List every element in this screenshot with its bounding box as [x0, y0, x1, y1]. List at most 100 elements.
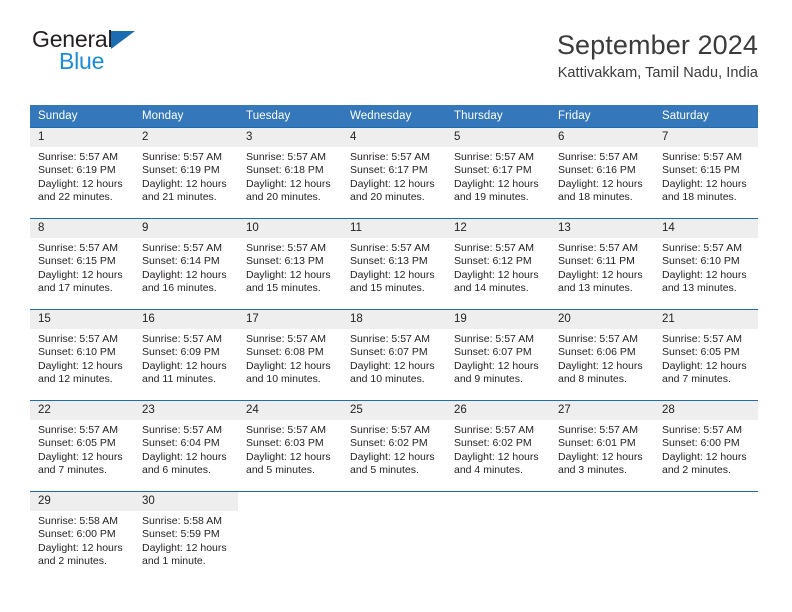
calendar-week-row: 29 Sunrise: 5:58 AM Sunset: 6:00 PM Dayligh…: [30, 491, 758, 582]
day-number: 13: [550, 219, 654, 238]
sunrise-text: Sunrise: 5:57 AM: [662, 242, 742, 254]
daylight-text-line2: and 7 minutes.: [38, 464, 107, 477]
day-number: 17: [238, 310, 342, 329]
day-sun-info: Sunrise: 5:57 AM Sunset: 6:12 PM Daylight:…: [446, 238, 550, 296]
calendar-day-cell[interactable]: 16 Sunrise: 5:57 AM Sunset: 6:09 PM Dayligh…: [134, 309, 238, 401]
calendar-day-cell[interactable]: 20 Sunrise: 5:57 AM Sunset: 6:06 PM Dayligh…: [550, 309, 654, 401]
calendar-day-cell[interactable]: 6 Sunrise: 5:57 AM Sunset: 6:16 PM Daylight…: [550, 127, 654, 219]
sunset-text: Sunset: 6:13 PM: [350, 255, 428, 268]
calendar-day-cell[interactable]: 18 Sunrise: 5:57 AM Sunset: 6:07 PM Dayligh…: [342, 309, 446, 401]
daylight-text-line1: Daylight: 12 hours: [350, 177, 435, 190]
calendar-day-cell[interactable]: 19 Sunrise: 5:57 AM Sunset: 6:07 PM Dayligh…: [446, 309, 550, 401]
calendar-day-cell[interactable]: 13 Sunrise: 5:57 AM Sunset: 6:11 PM Dayligh…: [550, 218, 654, 310]
calendar-day-cell[interactable]: 8 Sunrise: 5:57 AM Sunset: 6:15 PM Daylight…: [30, 218, 134, 310]
sunrise-text: Sunrise: 5:57 AM: [662, 333, 742, 345]
calendar-day-cell[interactable]: 2 Sunrise: 5:57 AM Sunset: 6:19 PM Daylight…: [134, 127, 238, 219]
sunrise-text: Sunrise: 5:57 AM: [38, 242, 118, 254]
calendar-day-cell[interactable]: 26 Sunrise: 5:57 AM Sunset: 6:02 PM Dayligh…: [446, 400, 550, 492]
calendar-day-cell[interactable]: 3 Sunrise: 5:57 AM Sunset: 6:18 PM Daylight…: [238, 127, 342, 219]
calendar-day-cell[interactable]: 12 Sunrise: 5:57 AM Sunset: 6:12 PM Dayligh…: [446, 218, 550, 310]
calendar-grid: Sunday Monday Tuesday Wednesday Thursday…: [30, 105, 758, 582]
daylight-text-line1: Daylight: 12 hours: [38, 268, 123, 281]
calendar-day-cell[interactable]: 7 Sunrise: 5:57 AM Sunset: 6:15 PM Daylight…: [654, 127, 758, 219]
day-number: [238, 492, 342, 511]
daylight-text-line1: Daylight: 12 hours: [662, 268, 747, 281]
sunset-text: Sunset: 6:02 PM: [454, 437, 532, 450]
sunrise-text: Sunrise: 5:57 AM: [454, 151, 534, 163]
calendar-day-cell[interactable]: 14 Sunrise: 5:57 AM Sunset: 6:10 PM Dayligh…: [654, 218, 758, 310]
calendar-day-cell[interactable]: 9 Sunrise: 5:57 AM Sunset: 6:14 PM Daylight…: [134, 218, 238, 310]
sunrise-text: Sunrise: 5:57 AM: [142, 242, 222, 254]
sunset-text: Sunset: 6:15 PM: [38, 255, 116, 268]
daylight-text-line1: Daylight: 12 hours: [454, 450, 539, 463]
calendar-day-cell[interactable]: 15 Sunrise: 5:57 AM Sunset: 6:10 PM Dayligh…: [30, 309, 134, 401]
calendar-day-cell[interactable]: 29 Sunrise: 5:58 AM Sunset: 6:00 PM Dayligh…: [30, 491, 134, 582]
daylight-text-line1: Daylight: 12 hours: [38, 359, 123, 372]
daylight-text-line2: and 15 minutes.: [246, 282, 321, 295]
day-sun-info: Sunrise: 5:57 AM Sunset: 6:02 PM Daylight:…: [446, 420, 550, 478]
daylight-text-line1: Daylight: 12 hours: [246, 359, 331, 372]
calendar-day-cell[interactable]: 17 Sunrise: 5:57 AM Sunset: 6:08 PM Dayligh…: [238, 309, 342, 401]
daylight-text-line1: Daylight: 12 hours: [38, 541, 123, 554]
calendar-day-cell[interactable]: 28 Sunrise: 5:57 AM Sunset: 6:00 PM Dayligh…: [654, 400, 758, 492]
daylight-text-line2: and 13 minutes.: [558, 282, 633, 295]
sunset-text: Sunset: 6:03 PM: [246, 437, 324, 450]
day-sun-info: Sunrise: 5:57 AM Sunset: 6:05 PM Daylight:…: [30, 420, 134, 478]
day-sun-info: Sunrise: 5:57 AM Sunset: 6:02 PM Daylight:…: [342, 420, 446, 478]
sunrise-text: Sunrise: 5:57 AM: [142, 151, 222, 163]
weekday-header-friday: Friday: [550, 105, 654, 128]
day-sun-info: Sunrise: 5:57 AM Sunset: 6:15 PM Daylight:…: [654, 147, 758, 205]
day-number: [342, 492, 446, 511]
day-number: 9: [134, 219, 238, 238]
daylight-text-line2: and 7 minutes.: [662, 373, 731, 386]
day-number: 29: [30, 492, 134, 511]
calendar-day-cell[interactable]: 22 Sunrise: 5:57 AM Sunset: 6:05 PM Dayligh…: [30, 400, 134, 492]
weekday-header-tuesday: Tuesday: [238, 105, 342, 128]
sunset-text: Sunset: 6:19 PM: [142, 164, 220, 177]
calendar-day-cell[interactable]: 5 Sunrise: 5:57 AM Sunset: 6:17 PM Daylight…: [446, 127, 550, 219]
daylight-text-line2: and 10 minutes.: [350, 373, 425, 386]
calendar-day-cell[interactable]: 21 Sunrise: 5:57 AM Sunset: 6:05 PM Dayligh…: [654, 309, 758, 401]
calendar-day-cell[interactable]: 1 Sunrise: 5:57 AM Sunset: 6:19 PM Daylight…: [30, 127, 134, 219]
day-sun-info: Sunrise: 5:57 AM Sunset: 6:05 PM Daylight:…: [654, 329, 758, 387]
day-number: 18: [342, 310, 446, 329]
daylight-text-line2: and 11 minutes.: [142, 373, 216, 386]
daylight-text-line2: and 20 minutes.: [350, 191, 425, 204]
calendar-week-row: 1 Sunrise: 5:57 AM Sunset: 6:19 PM Daylight…: [30, 127, 758, 219]
calendar-day-cell[interactable]: 25 Sunrise: 5:57 AM Sunset: 6:02 PM Dayligh…: [342, 400, 446, 492]
daylight-text-line2: and 20 minutes.: [246, 191, 321, 204]
calendar-day-cell[interactable]: 24 Sunrise: 5:57 AM Sunset: 6:03 PM Dayligh…: [238, 400, 342, 492]
calendar-day-cell[interactable]: 4 Sunrise: 5:57 AM Sunset: 6:17 PM Daylight…: [342, 127, 446, 219]
sunset-text: Sunset: 6:10 PM: [662, 255, 740, 268]
sunset-text: Sunset: 6:10 PM: [38, 346, 116, 359]
calendar-day-cell[interactable]: 30 Sunrise: 5:58 AM Sunset: 5:59 PM Dayligh…: [134, 491, 238, 582]
daylight-text-line2: and 18 minutes.: [662, 191, 737, 204]
day-number: 27: [550, 401, 654, 420]
calendar-day-cell[interactable]: 23 Sunrise: 5:57 AM Sunset: 6:04 PM Dayligh…: [134, 400, 238, 492]
title-block: September 2024 Kattivakkam, Tamil Nadu, …: [557, 28, 758, 84]
calendar-day-cell[interactable]: 11 Sunrise: 5:57 AM Sunset: 6:13 PM Dayligh…: [342, 218, 446, 310]
day-sun-info: Sunrise: 5:57 AM Sunset: 6:17 PM Daylight:…: [342, 147, 446, 205]
daylight-text-line2: and 9 minutes.: [454, 373, 523, 386]
sunrise-text: Sunrise: 5:57 AM: [246, 151, 326, 163]
day-sun-info: Sunrise: 5:57 AM Sunset: 6:08 PM Daylight:…: [238, 329, 342, 387]
calendar-day-cell[interactable]: 10 Sunrise: 5:57 AM Sunset: 6:13 PM Dayligh…: [238, 218, 342, 310]
page-title: September 2024: [556, 30, 758, 60]
daylight-text-line2: and 1 minute.: [142, 555, 206, 568]
day-number: 22: [30, 401, 134, 420]
day-sun-info: Sunrise: 5:57 AM Sunset: 6:09 PM Daylight:…: [134, 329, 238, 387]
calendar-day-cell[interactable]: 27 Sunrise: 5:57 AM Sunset: 6:01 PM Dayligh…: [550, 400, 654, 492]
daylight-text-line1: Daylight: 12 hours: [662, 359, 747, 372]
sunset-text: Sunset: 6:05 PM: [38, 437, 116, 450]
day-number: 30: [134, 492, 238, 511]
day-number: 4: [342, 128, 446, 147]
calendar-week-row: 22 Sunrise: 5:57 AM Sunset: 6:05 PM Dayligh…: [30, 400, 758, 492]
sunrise-text: Sunrise: 5:57 AM: [454, 424, 534, 436]
day-sun-info: Sunrise: 5:57 AM Sunset: 6:03 PM Daylight:…: [238, 420, 342, 478]
sunset-text: Sunset: 6:01 PM: [558, 437, 636, 450]
sunset-text: Sunset: 5:59 PM: [142, 528, 220, 541]
daylight-text-line1: Daylight: 12 hours: [246, 177, 331, 190]
day-number: 11: [342, 219, 446, 238]
weekday-header-thursday: Thursday: [446, 105, 550, 128]
day-number: 1: [30, 128, 134, 147]
